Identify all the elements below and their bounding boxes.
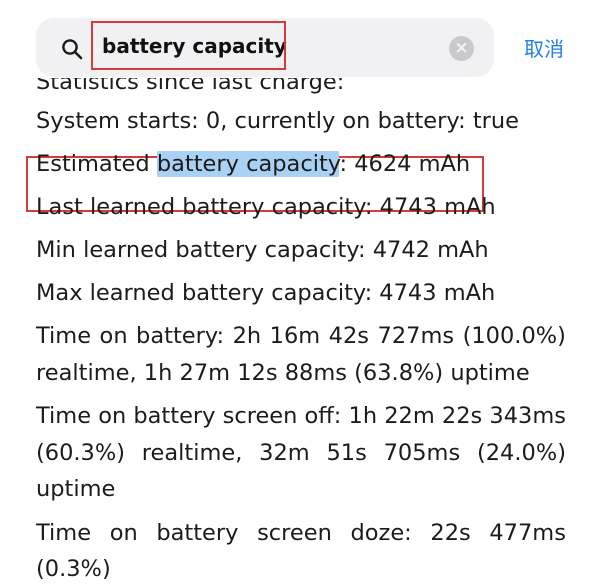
justified-row: Time on battery: 2h 16m 42s 727ms (100.0… <box>36 323 566 349</box>
justified-row: Time on battery screen doze: 22s 477ms <box>36 519 566 546</box>
justified-row: Time on battery screen off: 1h 22m 22s 3… <box>36 403 566 429</box>
last-learned-line: Last learned battery capacity: 4743 mAh <box>36 194 496 220</box>
justified-row: (60.3%) realtime, 32m 51s 705ms (24.0%) <box>36 439 566 466</box>
stats-header: Statistics since last charge: <box>36 78 345 95</box>
max-learned-line: Max learned battery capacity: 4743 mAh <box>36 280 496 306</box>
time-on-battery-paragraph: Time on battery: 2h 16m 42s 727ms (100.0… <box>36 318 566 391</box>
search-input-annotation-box <box>91 21 286 70</box>
screen: battery capacity × 取消 Statistics since l… <box>0 0 600 588</box>
estimated-value: : 4624 mAh <box>339 151 471 177</box>
screen-off-paragraph: Time on battery screen off: 1h 22m 22s 3… <box>36 398 566 508</box>
estimated-prefix: Estimated <box>36 151 157 177</box>
estimated-capacity-line: Estimated battery capacity: 4624 mAh <box>36 146 566 182</box>
cancel-button[interactable]: 取消 <box>524 33 564 62</box>
min-learned-line: Min learned battery capacity: 4742 mAh <box>36 237 489 263</box>
screen-doze-paragraph: Time on battery screen doze: 22s 477ms (… <box>36 515 566 588</box>
text-row: realtime, 1h 27m 12s 88ms (63.8%) uptime <box>36 359 530 386</box>
search-match-highlight: battery capacity <box>156 151 340 177</box>
system-starts-line: System starts: 0, currently on battery: … <box>36 108 519 134</box>
clear-icon[interactable]: × <box>449 36 474 61</box>
search-icon <box>62 39 83 60</box>
text-row: uptime <box>36 476 116 502</box>
text-row: (0.3%) <box>36 556 111 582</box>
stats-text: Statistics since last charge: System sta… <box>36 78 566 588</box>
